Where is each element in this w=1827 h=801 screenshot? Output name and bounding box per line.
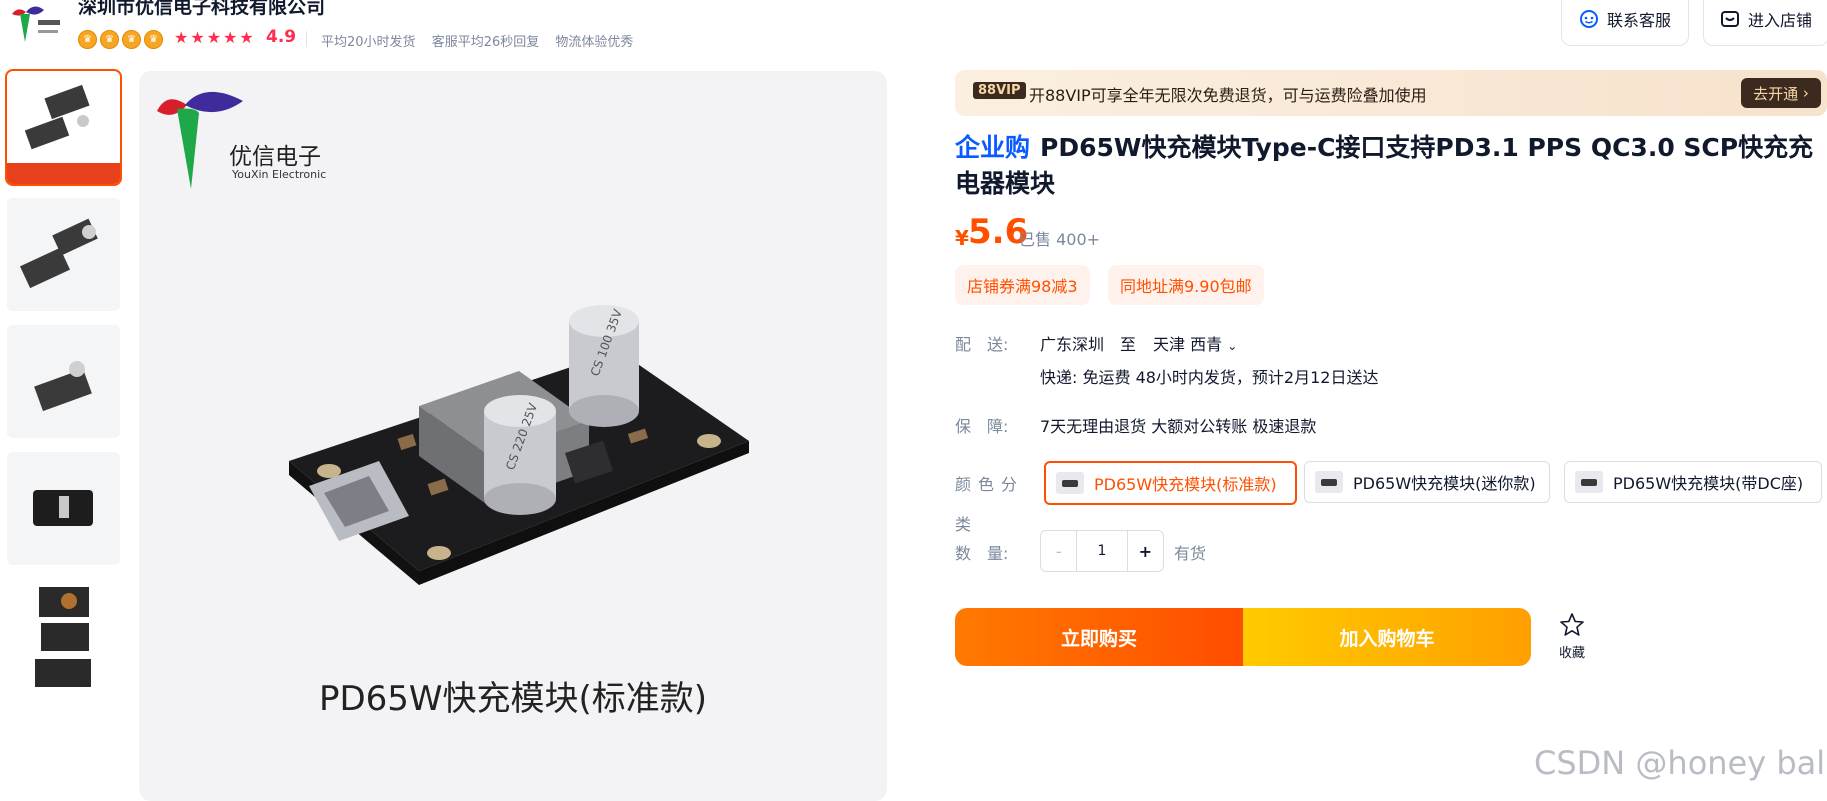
thumbnail-1[interactable] [5,69,122,186]
shop-rating: 4.9 [266,27,297,47]
contact-service-button[interactable]: 联系客服 [1561,0,1689,46]
coupon-free-shipping[interactable]: 同地址满9.90包邮 [1108,265,1264,305]
sku-option-dc[interactable]: PD65W快充模块(带DC座) [1564,461,1822,503]
vip-badge: 88VIP [973,82,1026,99]
vip-open-button[interactable]: 去开通 › [1741,78,1821,108]
header-divider [306,31,307,47]
star-icon: ★ [239,28,254,47]
vip-promo-bar: 88VIP 开88VIP可享全年无限次免费退货，可与运费险叠加使用 去开通 › [955,70,1827,116]
thumbnail-3[interactable] [7,325,120,438]
sku-label-line2: 类 [955,515,972,534]
coupon-store[interactable]: 店铺券满98减3 [955,265,1090,305]
shop-stat-service: 客服平均26秒回复 [431,35,540,50]
sku-option-mini[interactable]: PD65W快充模块(迷你款) [1304,461,1550,503]
sku-label: 颜色分 [955,475,1025,494]
shop-logo[interactable] [8,4,64,46]
delivery-destination-select[interactable]: 天津 西青 ⌄ [1153,331,1237,355]
enter-store-label: 进入店铺 [1747,11,1812,30]
crown-icon: ♛ [144,30,163,49]
favorite-label: 收藏 [1558,646,1585,661]
sold-count: 已售 400+ [1019,230,1101,249]
buy-now-button[interactable]: 立即购买 [955,608,1243,666]
star-icon: ★ [174,28,189,47]
quantity-label: 数 量: [955,544,1009,563]
add-to-cart-button[interactable]: 加入购物车 [1243,608,1531,666]
currency-symbol: ¥ [955,226,969,250]
star-icon: ★ [206,28,222,47]
delivery-from: 广东深圳 [1040,335,1105,354]
enter-store-button[interactable]: 进入店铺 [1703,0,1827,46]
store-icon [1720,11,1739,27]
customer-service-icon [1579,10,1598,28]
main-product-image[interactable]: 优信电子 YouXin Electronic CS 100 35V CS 220… [139,71,887,801]
quantity-input[interactable]: 1 [1077,531,1126,571]
quantity-decrease-button[interactable]: - [1041,531,1078,571]
chevron-down-icon: ⌄ [1227,339,1238,353]
shop-stat-shipping: 平均20小时发货 [321,35,416,50]
sku-option-label: PD65W快充模块(标准款) [1094,475,1277,494]
image-caption: PD65W快充模块(标准款) [318,679,708,719]
delivery-to-word: 至 [1120,335,1137,354]
quantity-stepper: - 1 + [1040,530,1164,572]
sku-thumbnail-icon [1056,472,1084,494]
crown-icon: ♛ [100,30,119,49]
contact-service-label: 联系客服 [1606,11,1671,30]
rating-stars: ★ ★ ★ ★ ★ [174,28,254,47]
sku-option-label: PD65W快充模块(带DC座) [1613,474,1804,493]
crown-icon: ♛ [122,30,141,49]
guarantee-label: 保 障: [955,417,1009,436]
stock-status: 有货 [1174,544,1207,563]
sku-option-standard[interactable]: PD65W快充模块(标准款) [1044,461,1297,505]
shop-crown-badges: ♛ ♛ ♛ ♛ [78,30,163,49]
delivery-detail: 快递: 免运费 48小时内发货，预计2月12日送达 [1040,368,1379,387]
brand-name-en: YouXin Electronic [232,168,327,181]
favorite-button[interactable]: 收藏 [1552,612,1592,661]
brand-name-cn: 优信电子 [229,144,321,170]
delivery-destination: 天津 西青 [1153,335,1223,354]
sku-thumbnail-icon [1575,471,1603,493]
crown-icon: ♛ [78,30,97,49]
csdn-watermark: CSDN @honey ball [1534,744,1827,782]
sku-thumbnail-icon [1315,471,1343,493]
shop-stat-logistics: 物流体验优秀 [555,35,634,50]
shop-name[interactable]: 深圳市优信电子科技有限公司 [78,0,325,19]
shop-stats: 平均20小时发货 客服平均26秒回复 物流体验优秀 [321,31,645,50]
guarantee-text: 7天无理由退货 大额对公转账 极速退款 [1040,417,1317,436]
pd65w-module-photo: CS 100 35V CS 220 25V [289,305,749,585]
star-icon: ★ [190,28,205,47]
quantity-increase-button[interactable]: + [1126,531,1163,571]
delivery-label: 配 送: [955,335,1009,354]
product-title-text: PD65W快充模块Type-C接口支持PD3.1 PPS QC3.0 SCP快充… [955,133,1814,198]
enterprise-tag: 企业购 [955,133,1031,162]
product-title: 企业购 PD65W快充模块Type-C接口支持PD3.1 PPS QC3.0 SC… [955,130,1827,202]
chevron-right-icon: › [1798,84,1809,102]
star-icon: ★ [223,28,238,47]
vip-text: 开88VIP可享全年无限次免费退货，可与运费险叠加使用 [1029,86,1427,105]
thumbnail-5[interactable] [7,579,120,692]
thumbnail-4[interactable] [7,452,120,565]
vip-open-label: 去开通 [1753,84,1799,103]
star-outline-icon [1560,613,1584,636]
sku-option-label: PD65W快充模块(迷你款) [1353,474,1536,493]
thumbnail-2[interactable] [7,198,120,311]
